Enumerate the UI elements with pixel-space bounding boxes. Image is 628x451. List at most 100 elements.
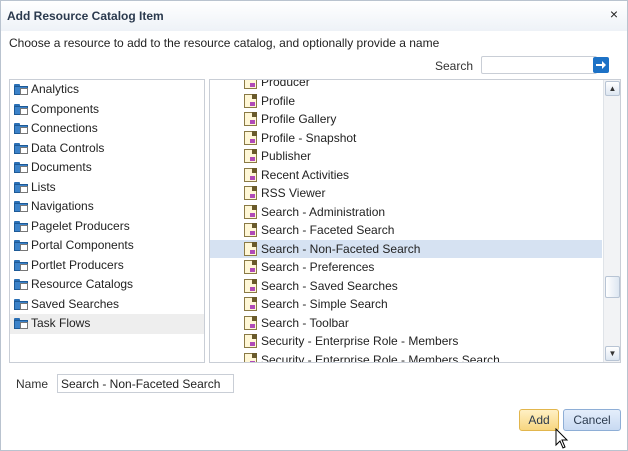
folder-icon xyxy=(14,162,28,173)
task-flow-item[interactable]: Profile - Snapshot xyxy=(210,129,602,148)
scroll-down-button[interactable]: ▼ xyxy=(605,346,620,361)
task-flow-icon xyxy=(244,315,257,330)
task-flow-icon xyxy=(244,223,257,237)
task-flow-item[interactable]: Search - Non-Faceted Search xyxy=(210,239,602,258)
task-flow-label: Producer xyxy=(261,79,310,89)
arrow-right-icon xyxy=(596,61,606,69)
instruction-text: Choose a resource to add to the resource… xyxy=(9,36,440,50)
task-flow-icon xyxy=(244,186,257,200)
task-flow-icon xyxy=(244,334,257,348)
task-flow-item[interactable]: Producer xyxy=(210,79,602,92)
task-flow-label: Search - Administration xyxy=(261,204,386,219)
task-flow-icon xyxy=(244,297,257,311)
category-label: Data Controls xyxy=(31,140,105,155)
category-item[interactable]: Documents xyxy=(10,158,204,178)
folder-icon xyxy=(14,318,28,329)
task-flow-icon xyxy=(244,278,257,293)
task-flow-icon xyxy=(244,93,257,108)
task-flow-item[interactable]: Search - Simple Search xyxy=(210,295,602,314)
folder-icon xyxy=(14,220,28,232)
task-flow-label: Publisher xyxy=(261,149,312,163)
task-flow-item[interactable]: Security - Enterprise Role - Members xyxy=(210,332,602,351)
task-flow-item[interactable]: RSS Viewer xyxy=(210,184,602,203)
folder-icon xyxy=(14,201,28,212)
vertical-scrollbar[interactable]: ▲ ▼ xyxy=(603,80,620,362)
task-flow-label: Profile Gallery xyxy=(261,112,337,126)
task-flow-label: Security - Enterprise Role - Members Sea… xyxy=(261,352,500,363)
task-flow-item[interactable]: Recent Activities xyxy=(210,166,602,185)
category-list: Analytics Components Connections Data Contr… xyxy=(9,79,205,363)
task-flow-icon xyxy=(244,130,257,145)
scroll-thumb[interactable] xyxy=(605,276,620,298)
task-flow-item[interactable]: Search - Saved Searches xyxy=(210,277,602,296)
category-label: Documents xyxy=(31,160,92,174)
task-flow-item[interactable]: Search - Toolbar xyxy=(210,314,602,333)
category-item[interactable]: Portlet Producers xyxy=(10,256,204,276)
category-item[interactable]: Components xyxy=(10,100,204,120)
task-flow-label: Search - Faceted Search xyxy=(261,223,395,237)
task-flow-label: Security - Enterprise Role - Members xyxy=(261,334,459,348)
scroll-up-button[interactable]: ▲ xyxy=(605,81,620,96)
add-resource-catalog-item-dialog: Add Resource Catalog Item × Choose a res… xyxy=(0,0,628,451)
category-item[interactable]: Portal Components xyxy=(10,236,204,256)
category-item[interactable]: Connections xyxy=(10,119,204,139)
category-label: Analytics xyxy=(31,82,80,96)
category-item[interactable]: Analytics xyxy=(10,80,204,100)
task-flow-icon xyxy=(244,352,257,362)
task-flow-icon xyxy=(244,149,257,163)
task-flow-item[interactable]: Search - Faceted Search xyxy=(210,221,602,240)
task-flow-list: Producer Profile Profile Gallery Profile - … xyxy=(209,79,621,363)
add-button[interactable]: Add xyxy=(519,409,559,431)
folder-icon xyxy=(14,103,28,115)
category-label: Task Flows xyxy=(31,316,91,330)
folder-icon xyxy=(14,298,28,310)
folder-icon xyxy=(14,142,28,154)
category-item[interactable]: Resource Catalogs xyxy=(10,275,204,295)
task-flow-icon xyxy=(244,204,257,219)
task-flow-label: Search - Saved Searches xyxy=(261,278,398,293)
mouse-pointer-icon xyxy=(555,428,569,449)
name-input[interactable] xyxy=(57,374,234,393)
cancel-button[interactable]: Cancel xyxy=(563,409,621,431)
category-label: Saved Searches xyxy=(31,296,120,311)
category-item[interactable]: Lists xyxy=(10,178,204,198)
task-flow-item[interactable]: Search - Preferences xyxy=(210,258,602,277)
category-item[interactable]: Task Flows xyxy=(10,314,204,334)
folder-icon xyxy=(14,259,28,271)
category-item[interactable]: Saved Searches xyxy=(10,295,204,315)
task-flow-label: Profile xyxy=(261,93,296,108)
category-item[interactable]: Data Controls xyxy=(10,139,204,159)
task-flow-items: Producer Profile Profile Gallery Profile - … xyxy=(210,79,602,363)
folder-icon xyxy=(14,84,28,95)
close-icon[interactable]: × xyxy=(607,7,621,21)
task-flow-item[interactable]: Profile Gallery xyxy=(210,110,602,129)
task-flow-icon xyxy=(244,241,257,256)
task-flow-icon xyxy=(244,167,257,182)
task-flow-item[interactable]: Search - Administration xyxy=(210,203,602,222)
category-item[interactable]: Pagelet Producers xyxy=(10,217,204,237)
search-go-button[interactable] xyxy=(593,57,609,73)
task-flow-item[interactable]: Profile xyxy=(210,92,602,111)
category-label: Components xyxy=(31,101,100,116)
search-label: Search xyxy=(435,59,474,73)
category-item[interactable]: Navigations xyxy=(10,197,204,217)
task-flow-label: RSS Viewer xyxy=(261,186,326,200)
folder-icon xyxy=(14,279,28,290)
task-flow-icon xyxy=(244,112,257,126)
category-label: Portlet Producers xyxy=(31,257,124,272)
category-label: Resource Catalogs xyxy=(31,277,134,291)
category-label: Connections xyxy=(31,121,98,135)
name-label: Name xyxy=(16,377,49,391)
task-flow-label: Search - Toolbar xyxy=(261,315,349,330)
task-flow-label: Search - Non-Faceted Search xyxy=(261,241,421,256)
task-flow-label: Search - Preferences xyxy=(261,260,375,274)
search-input[interactable] xyxy=(481,56,597,74)
category-label: Lists xyxy=(31,179,56,194)
task-flow-item[interactable]: Publisher xyxy=(210,147,602,166)
task-flow-icon xyxy=(244,80,257,89)
folder-icon xyxy=(14,123,28,134)
task-flow-item[interactable]: Security - Enterprise Role - Members Sea… xyxy=(210,351,602,363)
category-label: Pagelet Producers xyxy=(31,218,130,233)
task-flow-icon xyxy=(244,260,257,274)
task-flow-label: Search - Simple Search xyxy=(261,297,388,311)
